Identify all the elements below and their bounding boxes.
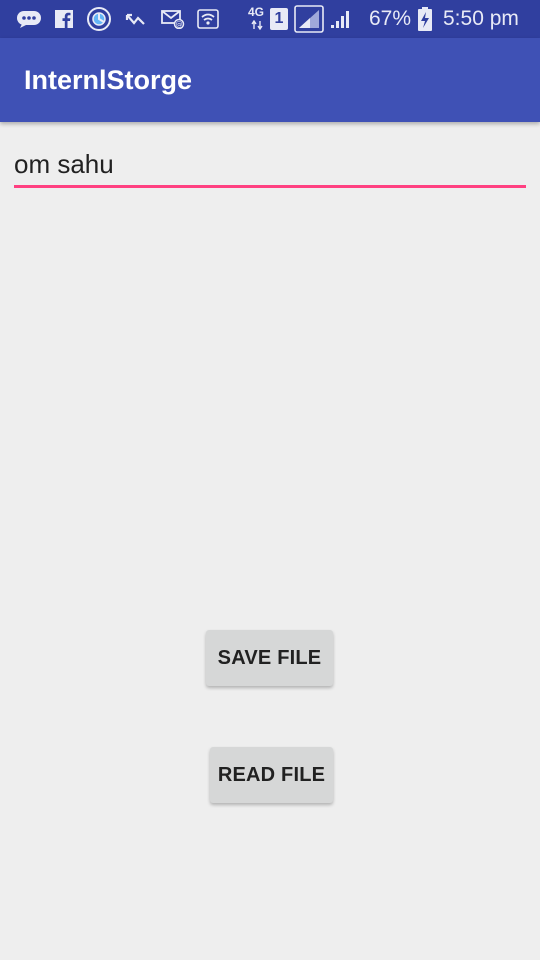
battery-charging-icon <box>418 7 432 31</box>
messenger-icon <box>17 11 41 28</box>
text-input-underline <box>14 185 526 188</box>
read-file-button[interactable]: READ FILE <box>210 747 333 803</box>
email-icon: @ <box>161 10 185 29</box>
app-bar: InternlStorge <box>0 38 540 122</box>
status-bar: @ 4G 1 67% 5:50 pm <box>0 0 540 38</box>
battery-percent: 67% <box>369 7 412 30</box>
signal-icon <box>294 5 324 33</box>
svg-text:@: @ <box>176 21 183 29</box>
wifi-icon <box>197 9 219 29</box>
missed-call-icon <box>125 13 145 25</box>
sim-1-icon: 1 <box>270 8 288 30</box>
network-type-icon: 4G <box>248 5 265 19</box>
signal-weak-icon <box>331 11 349 28</box>
status-time: 5:50 pm <box>443 7 519 30</box>
facebook-icon <box>55 10 73 28</box>
text-input[interactable]: om sahu <box>14 140 526 188</box>
app-title: InternlStorge <box>24 65 193 95</box>
network-arrows-icon <box>251 20 263 30</box>
text-input-value[interactable]: om sahu <box>14 148 114 180</box>
sync-icon <box>87 7 111 31</box>
save-file-button[interactable]: SAVE FILE <box>206 630 333 686</box>
